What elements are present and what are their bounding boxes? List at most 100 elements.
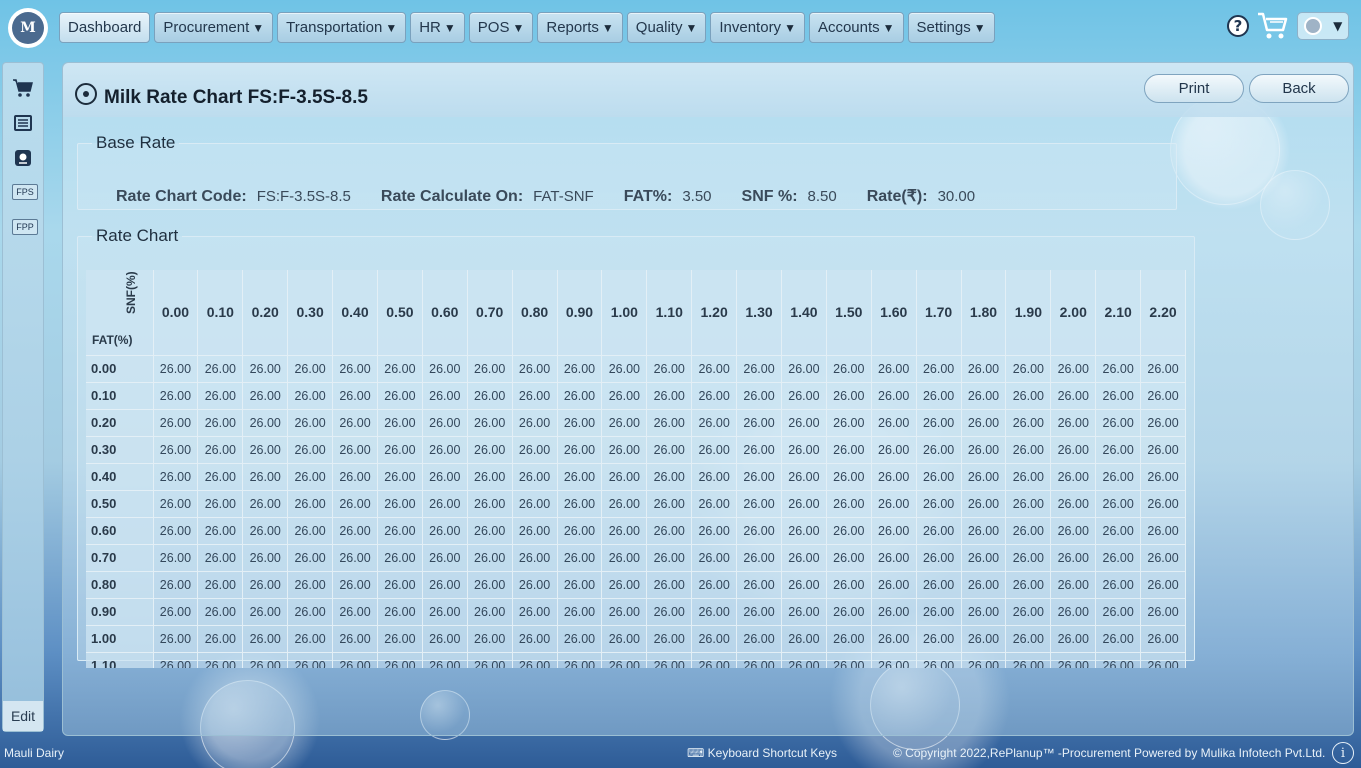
cart-icon[interactable] — [11, 76, 35, 100]
rate-cell: 26.00 — [1140, 625, 1186, 653]
rate-cell: 26.00 — [871, 490, 917, 518]
fat-row-header: 1.00 — [86, 625, 154, 653]
fat-label: FAT%: — [623, 188, 673, 205]
rate-cell: 26.00 — [377, 571, 423, 599]
nav-transportation-menu[interactable]: Transportation ▼ — [277, 12, 407, 43]
nav-inventory-menu[interactable]: Inventory ▼ — [710, 12, 805, 43]
rate-cell: 26.00 — [557, 409, 603, 437]
rate-cell: 26.00 — [557, 598, 603, 626]
pos-cart-icon[interactable] — [1255, 8, 1291, 44]
rate-cell: 26.00 — [1005, 598, 1052, 626]
rate-cell: 26.00 — [691, 463, 738, 491]
rate-cell: 26.00 — [1005, 463, 1052, 491]
rate-cell: 26.00 — [1095, 490, 1142, 518]
rate-cell: 26.00 — [871, 517, 917, 545]
rate-cell: 26.00 — [646, 409, 693, 437]
rate-cell: 26.00 — [736, 463, 782, 491]
nav-accounts-menu[interactable]: Accounts ▼ — [808, 12, 904, 43]
rate-cell: 26.00 — [377, 517, 423, 545]
help-icon[interactable]: ? — [1227, 15, 1249, 37]
table-row: 1.00 26.00 26.00 26.00 26.00 26.00 26.00 26.00 2… — [86, 625, 1186, 653]
rate-cell: 26.00 — [557, 571, 603, 599]
rate-cell: 26.00 — [377, 355, 423, 383]
stamp-icon[interactable] — [11, 146, 35, 170]
rate-cell: 26.00 — [287, 544, 334, 572]
rate-chart-code-label: Rate Chart Code: — [116, 188, 247, 205]
caret-down-icon: ▼ — [443, 20, 456, 35]
main-panel: Milk Rate Chart FS:F-3.5S-8.5 Print Back… — [62, 62, 1354, 736]
rate-cell: 26.00 — [916, 436, 962, 464]
section-title: Rate Chart — [96, 226, 179, 245]
rate-cell: 26.00 — [781, 436, 827, 464]
print-button[interactable]: Print — [1144, 74, 1244, 103]
app-logo[interactable]: M — [8, 8, 48, 48]
rate-cell: 26.00 — [916, 463, 962, 491]
rate-cell: 26.00 — [1140, 652, 1186, 668]
nav-settings-menu[interactable]: Settings ▼ — [907, 12, 995, 43]
rate-cell: 26.00 — [197, 652, 244, 668]
rate-cell: 26.00 — [467, 571, 513, 599]
edit-button[interactable]: Edit — [3, 701, 43, 731]
rate-cell: 26.00 — [242, 355, 289, 383]
nav-label: HR — [419, 19, 441, 36]
rate-cell: 26.00 — [242, 409, 289, 437]
rate-cell: 26.00 — [691, 652, 738, 668]
nav-reports-menu[interactable]: Reports ▼ — [537, 12, 623, 43]
rate-cell: 26.00 — [557, 355, 603, 383]
rate-cell: 26.00 — [242, 382, 289, 410]
list-icon[interactable] — [11, 111, 35, 135]
rate-cell: 26.00 — [197, 355, 244, 383]
snf-column-header: 1.90 — [1005, 270, 1052, 356]
rate-table-scroll[interactable]: SNF(%) FAT(%) 0.00 0.10 0.20 0.30 0.40 0.50 0.… — [86, 270, 1186, 668]
rate-cell: 26.00 — [377, 490, 423, 518]
info-icon[interactable]: i — [1332, 742, 1354, 764]
rate-cell: 26.00 — [242, 544, 289, 572]
user-menu[interactable]: ▼ — [1297, 12, 1349, 40]
rate-cell: 26.00 — [377, 625, 423, 653]
table-row: 0.90 26.00 26.00 26.00 26.00 26.00 26.00 26.00 2… — [86, 598, 1186, 626]
rate-cell: 26.00 — [287, 436, 334, 464]
left-sidebar: FPS FPP Edit — [2, 62, 44, 732]
snf-column-header: 1.40 — [781, 270, 827, 356]
nav-procurement-menu[interactable]: Procurement ▼ — [154, 12, 274, 43]
rate-cell: 26.00 — [422, 463, 468, 491]
nav-pos-menu[interactable]: POS ▼ — [468, 12, 534, 43]
rate-cell: 26.00 — [512, 490, 558, 518]
rate-cell: 26.00 — [422, 652, 468, 668]
rate-cell: 26.00 — [691, 571, 738, 599]
table-row: 0.80 26.00 26.00 26.00 26.00 26.00 26.00 26.00 2… — [86, 571, 1186, 599]
fat-row-header: 0.80 — [86, 571, 154, 599]
fat-value: 3.50 — [682, 188, 712, 205]
nav-dashboard-button[interactable]: Dashboard — [59, 12, 151, 43]
back-button[interactable]: Back — [1249, 74, 1349, 103]
keyboard-shortcuts-link[interactable]: ⌨ Keyboard Shortcut Keys — [687, 746, 837, 760]
rate-cell: 26.00 — [961, 625, 1007, 653]
rate-cell: 26.00 — [916, 625, 962, 653]
rate-cell: 26.00 — [961, 355, 1007, 383]
rate-cell: 26.00 — [153, 598, 199, 626]
rate-cell: 26.00 — [153, 571, 199, 599]
rate-cell: 26.00 — [242, 652, 289, 668]
rate-cell: 26.00 — [467, 517, 513, 545]
rate-cell: 26.00 — [781, 382, 827, 410]
rate-cell: 26.00 — [961, 598, 1007, 626]
rate-cell: 26.00 — [557, 625, 603, 653]
rate-cell: 26.00 — [1095, 436, 1142, 464]
caret-down-icon: ▼ — [973, 20, 986, 35]
caret-down-icon: ▼ — [601, 20, 614, 35]
nav-label: Transportation — [286, 19, 383, 36]
nav-quality-menu[interactable]: Quality ▼ — [626, 12, 707, 43]
rate-cell: 26.00 — [557, 463, 603, 491]
snf-value: 8.50 — [807, 188, 837, 205]
rate-cell: 26.00 — [871, 463, 917, 491]
rate-cell: 26.00 — [287, 571, 334, 599]
rate-cell: 26.00 — [736, 490, 782, 518]
nav-hr-menu[interactable]: HR ▼ — [410, 12, 465, 43]
fpp-button[interactable]: FPP — [12, 219, 38, 235]
fps-button[interactable]: FPS — [12, 184, 38, 200]
snf-column-header: 0.80 — [512, 270, 558, 356]
rate-cell: 26.00 — [422, 544, 468, 572]
rate-cell: 26.00 — [601, 382, 648, 410]
rate-cell: 26.00 — [422, 625, 468, 653]
nav-label: POS — [477, 19, 510, 36]
